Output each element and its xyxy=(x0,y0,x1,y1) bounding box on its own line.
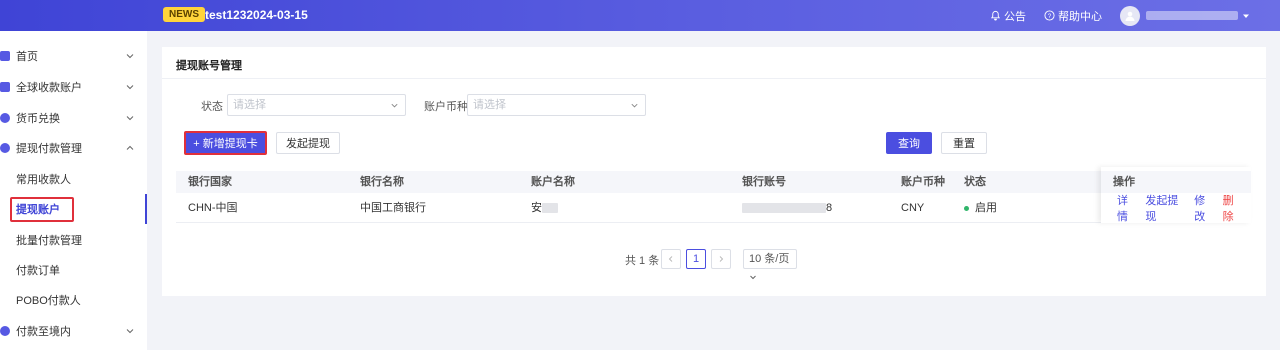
user-icon xyxy=(1125,11,1135,21)
operations-column: 操作 详情 发起提现 修改 删除 xyxy=(1101,167,1251,223)
page-button[interactable]: 1 xyxy=(686,249,706,269)
domestic-icon xyxy=(0,326,10,336)
currency-select[interactable]: 请选择 xyxy=(467,94,646,116)
sidebar-item-label: POBO付款人 xyxy=(16,295,81,307)
exchange-icon xyxy=(0,113,10,123)
status-text: 启用 xyxy=(975,202,997,214)
chevron-down-icon xyxy=(391,103,398,108)
sidebar-item-domestic-payment[interactable]: 付款至境内 xyxy=(0,316,147,346)
masked-text xyxy=(542,203,558,214)
top-right-actions: 公告 ? 帮助中心 xyxy=(990,0,1250,31)
page-size-label: 10 条/页 xyxy=(749,253,790,265)
table-row: CHN-中国 中国工商银行 安 8 CNY 启用 xyxy=(176,193,1251,223)
edit-link[interactable]: 修改 xyxy=(1194,192,1214,224)
cell-status: 启用 xyxy=(964,193,997,223)
wallet-icon xyxy=(0,82,10,92)
account-number-suffix: 8 xyxy=(826,202,833,214)
cell-account-name: 安 xyxy=(531,193,558,223)
user-name-masked[interactable] xyxy=(1146,11,1238,20)
announcement-label: 公告 xyxy=(1004,10,1026,23)
sidebar-item-batch-payments[interactable]: 批量付款管理 xyxy=(0,225,147,255)
title-divider xyxy=(162,78,1266,79)
cell-bank: 中国工商银行 xyxy=(360,202,426,214)
sidebar-item-label: 批量付款管理 xyxy=(16,235,82,247)
chevron-down-icon xyxy=(126,54,134,59)
next-page-button[interactable] xyxy=(711,249,731,269)
currency-select-placeholder: 请选择 xyxy=(473,99,506,111)
reset-button[interactable]: 重置 xyxy=(941,132,987,154)
sidebar-item-currency-exchange[interactable]: 货币兑换 xyxy=(0,103,147,133)
home-icon xyxy=(0,51,10,61)
cell-account-number: 8 xyxy=(742,193,832,223)
sidebar-item-label: 付款至境内 xyxy=(16,326,71,338)
column-header: 银行国家 xyxy=(188,176,232,188)
help-icon: ? xyxy=(1044,10,1055,21)
sidebar-item-label: 付款订单 xyxy=(16,265,60,277)
chevron-down-icon xyxy=(631,103,638,108)
sidebar-item-label: 全球收款账户 xyxy=(16,82,82,94)
column-header: 账户名称 xyxy=(531,176,575,188)
payment-icon xyxy=(0,143,10,153)
top-bar: NEWS test1232024-03-15 公告 ? 帮助中心 xyxy=(0,0,1280,31)
chevron-left-icon xyxy=(668,256,673,262)
caret-down-icon[interactable] xyxy=(1242,12,1250,20)
main-panel: 提现账号管理 状态 请选择 账户币种 请选择 + 新增提现卡 发起提现 查询 重… xyxy=(162,47,1266,296)
news-badge[interactable]: NEWS xyxy=(163,7,205,22)
currency-filter-label: 账户币种 xyxy=(424,101,468,113)
page-title: 提现账号管理 xyxy=(176,60,242,72)
svg-text:?: ? xyxy=(1048,13,1052,20)
cell-country: CHN-中国 xyxy=(188,202,238,214)
sidebar-item-home[interactable]: 首页 xyxy=(0,41,147,71)
news-title[interactable]: test1232024-03-15 xyxy=(205,8,308,22)
account-name-text: 安 xyxy=(531,202,542,214)
masked-text xyxy=(742,203,826,214)
details-link[interactable]: 详情 xyxy=(1117,192,1137,224)
sidebar-item-payment-orders[interactable]: 付款订单 xyxy=(0,255,147,285)
delete-link[interactable]: 删除 xyxy=(1223,192,1243,224)
column-header: 账户币种 xyxy=(901,176,945,188)
status-filter-label: 状态 xyxy=(201,101,223,113)
initiate-withdraw-button[interactable]: 发起提现 xyxy=(276,132,340,154)
cell-currency: CNY xyxy=(901,202,925,214)
query-button[interactable]: 查询 xyxy=(886,132,932,154)
pagination-total: 共 1 条 xyxy=(625,255,660,267)
status-select[interactable]: 请选择 xyxy=(227,94,406,116)
announcement-link[interactable]: 公告 xyxy=(990,8,1026,24)
table-header: 银行国家 银行名称 账户名称 银行账号 账户币种 状态 xyxy=(176,171,1251,193)
sidebar-item-common-payees[interactable]: 常用收款人 xyxy=(0,164,147,194)
chevron-up-icon xyxy=(126,145,134,150)
page-size-select[interactable]: 10 条/页 xyxy=(743,249,797,280)
sidebar: 首页 全球收款账户 货币兑换 提现付款管理 常用收款人 提现账户 批量付款管理 … xyxy=(0,31,147,350)
avatar[interactable] xyxy=(1120,5,1140,26)
chevron-down-icon xyxy=(126,329,134,334)
highlight-box xyxy=(10,197,74,222)
bell-icon xyxy=(990,10,1001,21)
chevron-down-icon xyxy=(126,116,134,121)
column-header: 状态 xyxy=(964,176,986,188)
chevron-right-icon xyxy=(719,256,724,262)
active-indicator xyxy=(145,194,147,224)
status-dot xyxy=(964,205,969,211)
sidebar-item-label: 首页 xyxy=(16,51,38,63)
sidebar-item-pobo-payers[interactable]: POBO付款人 xyxy=(0,285,147,315)
column-header: 操作 xyxy=(1101,171,1251,193)
chevron-down-icon xyxy=(750,275,756,280)
initiate-withdraw-link[interactable]: 发起提现 xyxy=(1145,192,1186,224)
chevron-down-icon xyxy=(126,85,134,90)
column-header: 银行名称 xyxy=(360,176,404,188)
prev-page-button[interactable] xyxy=(661,249,681,269)
sidebar-item-label: 提现付款管理 xyxy=(16,143,82,155)
column-header: 银行账号 xyxy=(742,176,786,188)
sidebar-item-withdraw-payment[interactable]: 提现付款管理 xyxy=(0,133,147,163)
highlight-box xyxy=(184,131,267,155)
sidebar-item-label: 货币兑换 xyxy=(16,113,60,125)
status-select-placeholder: 请选择 xyxy=(233,99,266,111)
sidebar-item-global-accounts[interactable]: 全球收款账户 xyxy=(0,72,147,102)
help-center-label: 帮助中心 xyxy=(1058,10,1102,23)
row-actions: 详情 发起提现 修改 删除 xyxy=(1117,193,1251,223)
sidebar-item-label: 常用收款人 xyxy=(16,174,71,186)
help-center-link[interactable]: ? 帮助中心 xyxy=(1044,8,1102,24)
